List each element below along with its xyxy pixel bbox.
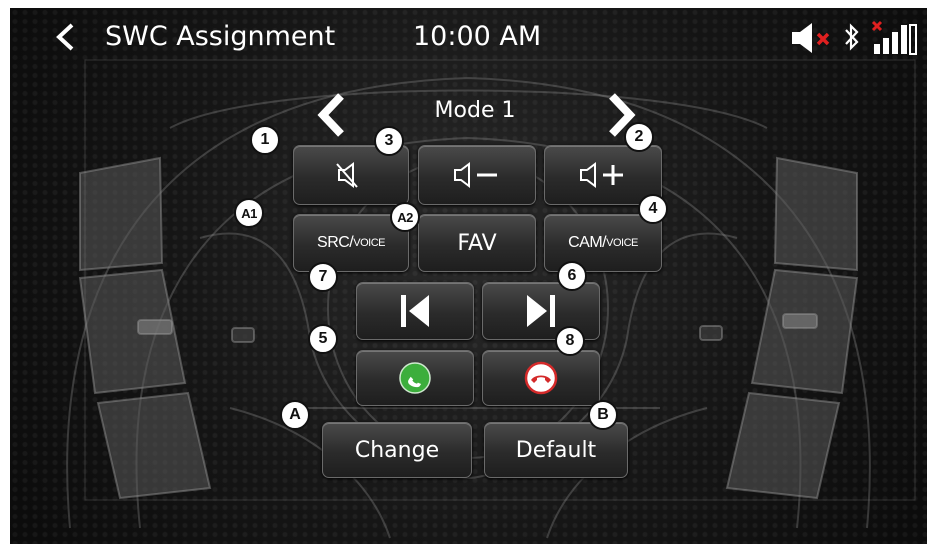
cam-voice-sub: VOICE: [606, 237, 638, 249]
top-status-bar: SWC Assignment 10:00 AM: [10, 8, 927, 68]
clock-time: 10:00 AM: [413, 21, 542, 52]
page-title: SWC Assignment: [105, 21, 336, 52]
skip-forward-icon: [527, 295, 555, 327]
badge-5: 5: [308, 324, 338, 354]
badge-6: 6: [557, 261, 587, 291]
prev-track-key[interactable]: [356, 282, 474, 340]
badge-7: 7: [308, 262, 338, 292]
badge-a1: A1: [234, 198, 264, 228]
phone-answer-icon: [399, 362, 431, 394]
badge-b: B: [588, 400, 618, 430]
skip-back-icon: [401, 295, 429, 327]
mute-icon: [336, 162, 358, 188]
badge-4: 4: [638, 194, 668, 224]
next-track-key[interactable]: [482, 282, 600, 340]
volume-up-icon: [580, 162, 623, 188]
badge-a2: A2: [390, 202, 420, 232]
chevron-left-icon: [56, 23, 74, 51]
cam-voice-main: CAM/: [568, 234, 607, 251]
back-button[interactable]: [52, 22, 78, 52]
badge-1: 1: [250, 125, 280, 155]
mode-label: Mode 1: [434, 98, 516, 123]
phone-hangup-icon: [524, 361, 558, 395]
volume-down-key[interactable]: [418, 145, 536, 205]
call-answer-key[interactable]: [356, 350, 474, 406]
badge-3: 3: [374, 126, 404, 156]
bluetooth-icon: [845, 23, 859, 51]
speaker-muted-icon: [792, 23, 830, 53]
signal-bars-no-service-icon: [871, 20, 917, 55]
mode-prev-button[interactable]: [313, 92, 349, 138]
src-voice-sub: VOICE: [353, 237, 385, 249]
change-button[interactable]: Change: [322, 422, 472, 478]
src-voice-main: SRC/: [317, 234, 354, 251]
fav-key[interactable]: FAV: [418, 214, 536, 272]
call-end-key[interactable]: [482, 350, 600, 406]
badge-8: 8: [555, 326, 585, 356]
badge-a: A: [280, 400, 310, 430]
badge-2: 2: [624, 122, 654, 152]
default-button[interactable]: Default: [484, 422, 628, 478]
volume-down-icon: [454, 162, 497, 188]
head-unit-screen: SWC Assignment 10:00 AM Mode 1 SRC/ VOIC…: [10, 8, 927, 544]
